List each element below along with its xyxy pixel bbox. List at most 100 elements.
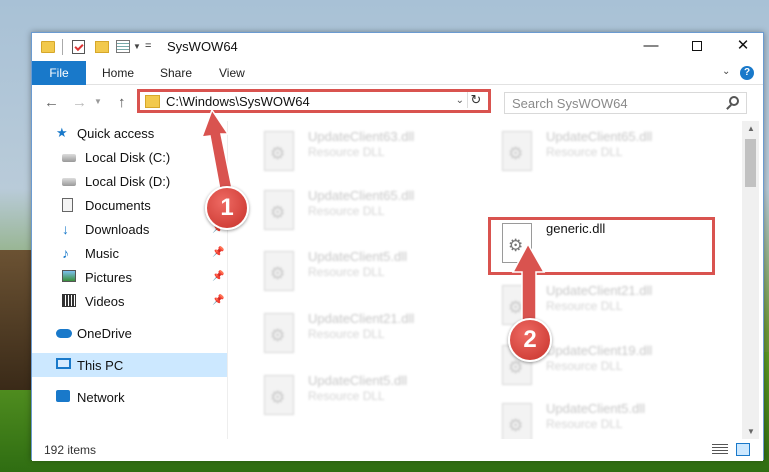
step-1-badge: 1 [205, 186, 249, 230]
tab-view[interactable]: View [219, 61, 245, 85]
sidebar-item-network[interactable]: Network [32, 385, 227, 409]
list-item[interactable]: UpdateClient5.dll Resource DLL [488, 397, 718, 439]
back-button[interactable]: ← [44, 94, 59, 111]
star-icon: ★ [56, 125, 68, 140]
file-type: Resource DLL [308, 265, 385, 279]
address-bar[interactable]: C:\Windows\SysWOW64 ⌄ ↻ [137, 89, 491, 113]
step-2-badge: 2 [508, 318, 552, 362]
customize-toolbar-icon[interactable]: = [145, 40, 151, 56]
dll-file-icon [502, 403, 532, 439]
pin-icon[interactable]: 📌 [212, 271, 224, 282]
new-folder-icon[interactable] [95, 41, 109, 53]
sidebar-item-label: Quick access [77, 126, 155, 141]
status-bar: 192 items [32, 439, 763, 461]
sidebar-item-onedrive[interactable]: OneDrive [32, 321, 227, 345]
file-name: UpdateClient21.dll [546, 283, 653, 298]
dll-file-icon [264, 375, 294, 415]
search-input[interactable]: Search SysWOW64 [512, 96, 628, 111]
sidebar-item-label: Downloads [85, 222, 150, 237]
sidebar-item-label: This PC [77, 358, 124, 373]
dll-file-icon [264, 313, 294, 353]
sidebar-item-label: Music [85, 246, 119, 261]
forward-button[interactable]: → [72, 94, 87, 111]
recent-locations-dropdown-icon[interactable]: ▼ [94, 97, 102, 106]
list-item[interactable]: UpdateClient5.dll Resource DLL [250, 245, 480, 301]
documents-icon [62, 198, 73, 212]
minimize-button[interactable]: — [628, 33, 674, 61]
properties-icon[interactable] [116, 40, 130, 53]
file-name: UpdateClient65.dll [546, 129, 653, 144]
file-explorer-window: ▼ = SysWOW64 — ✕ File Home Share View ⌄ … [31, 32, 764, 461]
tab-file[interactable]: File [32, 61, 86, 85]
navigation-pane: ★ Quick access Local Disk (C:) Local Dis… [32, 121, 227, 439]
tab-home[interactable]: Home [102, 61, 134, 85]
ribbon-tabs: File Home Share View ⌄ ? [32, 61, 763, 85]
file-list: UpdateClient63.dll Resource DLL UpdateCl… [228, 121, 742, 439]
search-icon[interactable] [729, 96, 739, 106]
file-type: Resource DLL [308, 389, 385, 403]
list-item[interactable]: UpdateClient65.dll Resource DLL [488, 125, 718, 181]
maximize-button[interactable] [674, 33, 720, 61]
scroll-thumb[interactable] [745, 139, 756, 187]
navigation-bar: ← → ▼ ↑ C:\Windows\SysWOW64 ⌄ ↻ Search S… [32, 86, 763, 118]
details-view-icon[interactable] [712, 444, 728, 455]
list-item[interactable]: UpdateClient5.dll Resource DLL [250, 369, 480, 425]
folder-icon [145, 95, 160, 108]
sidebar-item-label: OneDrive [77, 326, 132, 341]
dll-file-icon [502, 131, 532, 171]
file-name: UpdateClient21.dll [308, 311, 415, 326]
network-icon [56, 390, 70, 402]
videos-icon [62, 294, 76, 307]
sidebar-item-this-pc[interactable]: This PC [32, 353, 227, 377]
pin-icon[interactable]: 📌 [212, 295, 224, 306]
sidebar-item-label: Videos [85, 294, 125, 309]
refresh-icon[interactable]: ↻ [467, 92, 484, 108]
folder-icon [41, 41, 55, 53]
sidebar-item-pictures[interactable]: Pictures 📌 [32, 265, 227, 289]
sidebar-item-local-disk-d[interactable]: Local Disk (D:) [32, 169, 227, 193]
dll-file-icon [264, 251, 294, 291]
file-name: UpdateClient5.dll [546, 401, 646, 416]
pictures-icon [62, 270, 76, 282]
properties-check-icon[interactable] [72, 40, 85, 54]
address-dropdown-icon[interactable]: ⌄ [456, 95, 464, 106]
list-item[interactable]: UpdateClient21.dll Resource DLL [250, 307, 480, 363]
pin-icon[interactable]: 📌 [212, 247, 224, 258]
file-type: Resource DLL [546, 417, 623, 431]
vertical-scrollbar[interactable]: ▲ ▼ [742, 121, 759, 439]
quick-access-dropdown-icon[interactable]: ▼ [133, 42, 141, 58]
list-item[interactable]: UpdateClient65.dll Resource DLL [250, 184, 480, 240]
up-button[interactable]: ↑ [118, 94, 126, 111]
sidebar-item-quick-access[interactable]: ★ Quick access [32, 121, 227, 145]
tab-share[interactable]: Share [160, 61, 192, 85]
file-type: Resource DLL [308, 204, 385, 218]
file-name: UpdateClient65.dll [308, 188, 415, 203]
sidebar-item-videos[interactable]: Videos 📌 [32, 289, 227, 313]
file-name: UpdateClient5.dll [308, 249, 408, 264]
file-type: Resource DLL [546, 145, 623, 159]
address-path[interactable]: C:\Windows\SysWOW64 [166, 94, 310, 109]
item-count: 192 items [44, 443, 97, 457]
sidebar-item-documents[interactable]: Documents [32, 193, 227, 217]
maximize-icon [692, 41, 702, 52]
sidebar-item-downloads[interactable]: ↓ Downloads 📌 [32, 217, 227, 241]
file-name: UpdateClient63.dll [308, 129, 415, 144]
ribbon-expand-icon[interactable]: ⌄ [722, 66, 730, 77]
file-name: UpdateClient19.dll [546, 343, 653, 358]
search-box[interactable]: Search SysWOW64 [504, 92, 747, 114]
large-icons-view-icon[interactable] [736, 443, 750, 456]
list-item[interactable]: UpdateClient63.dll Resource DLL [250, 125, 480, 181]
help-icon[interactable]: ? [740, 66, 754, 80]
sidebar-item-label: Network [77, 390, 125, 405]
sidebar-item-local-disk-c[interactable]: Local Disk (C:) [32, 145, 227, 169]
sidebar-item-label: Documents [85, 198, 151, 213]
sidebar-item-music[interactable]: ♪ Music 📌 [32, 241, 227, 265]
music-icon: ♪ [62, 245, 69, 261]
sidebar-item-label: Pictures [85, 270, 132, 285]
scroll-up-icon[interactable]: ▲ [747, 124, 755, 133]
sidebar-item-label: Local Disk (C:) [85, 150, 171, 165]
title-bar: ▼ = SysWOW64 — ✕ [32, 33, 763, 61]
window-title: SysWOW64 [167, 39, 238, 54]
close-button[interactable]: ✕ [720, 33, 766, 61]
scroll-down-icon[interactable]: ▼ [747, 427, 755, 436]
